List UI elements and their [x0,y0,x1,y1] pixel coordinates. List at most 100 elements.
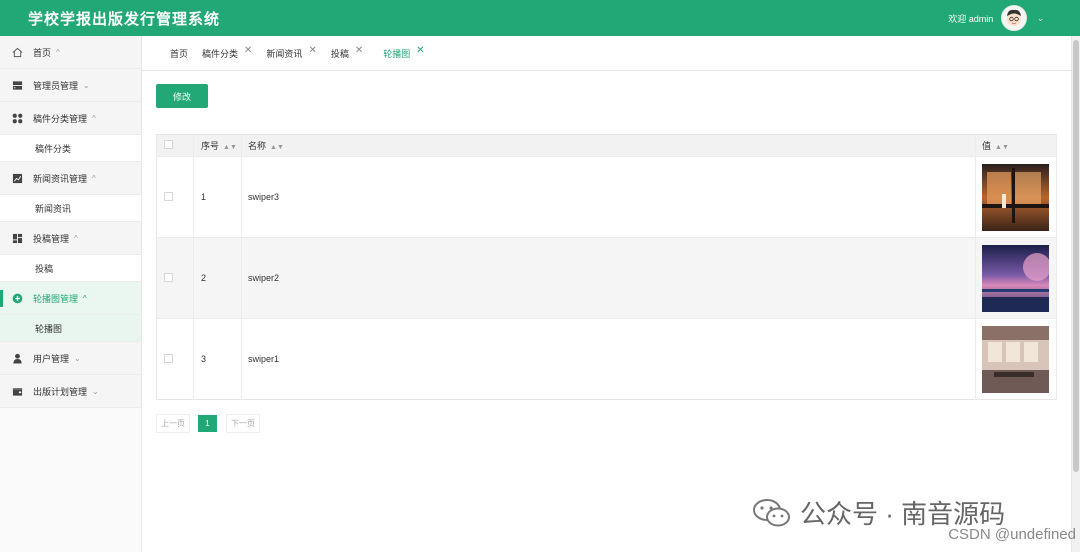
sort-icon[interactable]: ▲▼ [995,144,1009,151]
sidebar-item-label: 稿件分类管理 [33,113,88,124]
sidebar-item-user-mgmt[interactable]: 用户管理 ⌄ [0,342,141,375]
tab-carousel[interactable]: 轮播图 ✕ [383,45,424,60]
sidebar-item-news-mgmt[interactable]: 新闻资讯管理 ^ [0,162,141,195]
carousel-table: 序号 ▲▼ 名称 ▲▼ 值 ▲▼ 1 swiper3 2 swiper2 3 s… [156,134,1057,400]
sidebar-item-label: 首页 [33,47,52,58]
sidebar-item-label: 出版计划管理 [33,386,88,397]
close-icon[interactable]: ✕ [355,45,363,56]
welcome-text: 欢迎 admin [948,13,994,24]
sidebar-item-label: 投稿管理 [33,233,70,244]
row-checkbox-cell [156,237,194,319]
sidebar-item-admin[interactable]: 管理员管理 ⌄ [0,69,141,102]
tab-label: 投稿 [330,48,349,59]
main-content: 首页 稿件分类 ✕ 新闻资讯 ✕ 投稿 ✕ 轮播图 ✕ 修改 序号 ▲▼ 名称 ▲▼… [142,36,1071,552]
pagination: 上一页 1 下一页 [156,414,260,433]
select-all-cell [156,134,194,157]
sidebar-item-label: 用户管理 [33,353,70,364]
thumbnail-image[interactable] [982,163,1049,231]
sidebar-item-category-mgmt[interactable]: 稿件分类管理 ^ [0,102,141,135]
chevron-up-icon: ^ [92,113,96,123]
sidebar-item-label: 管理员管理 [33,80,79,91]
row-name: swiper3 [241,156,976,238]
chevron-up-icon: ^ [74,233,78,243]
sidebar-item-publish-plan-mgmt[interactable]: 出版计划管理 ⌄ [0,375,141,408]
user-icon [12,353,23,364]
chevron-up-icon: ^ [56,47,60,57]
tab-submission[interactable]: 投稿 ✕ [330,45,363,60]
submenu-item-submission[interactable]: 投稿 [0,255,141,282]
row-index: 3 [193,318,242,400]
prev-page-button[interactable]: 上一页 [156,414,190,433]
tab-label: 首页 [170,48,189,59]
table-header-row: 序号 ▲▼ 名称 ▲▼ 值 ▲▼ [156,134,1057,157]
sidebar-item-home[interactable]: 首页 ^ [0,36,141,69]
row-name: swiper2 [241,237,976,319]
row-checkbox[interactable] [164,272,173,282]
header-label: 名称 [248,141,267,151]
top-header: 学校学报出版发行管理系统 欢迎 admin ⌄ [0,0,1080,36]
thumbnail-image[interactable] [982,244,1049,312]
chevron-down-icon[interactable]: ⌄ [1037,14,1044,23]
plus-circle-icon [12,293,23,304]
submenu-item-category[interactable]: 稿件分类 [0,135,141,162]
server-icon [12,80,23,91]
tab-label: 新闻资讯 [266,48,303,59]
row-index: 1 [193,156,242,238]
table-row[interactable]: 2 swiper2 [156,237,1057,319]
header-value[interactable]: 值 ▲▼ [975,134,1057,157]
table-row[interactable]: 1 swiper3 [156,156,1057,238]
edit-button[interactable]: 修改 [156,84,208,108]
row-value-cell [975,237,1057,319]
sidebar-item-label: 轮播图管理 [33,293,79,304]
sort-icon[interactable]: ▲▼ [223,144,237,151]
wechat-icon [753,498,790,526]
row-checkbox[interactable] [164,353,173,363]
app-title: 学校学报出版发行管理系统 [28,10,221,28]
next-page-button[interactable]: 下一页 [226,414,260,433]
select-all-checkbox[interactable] [164,140,173,149]
thumbnail-image[interactable] [982,325,1049,393]
row-name: swiper1 [241,318,976,400]
row-checkbox-cell [156,156,194,238]
scrollbar-thumb[interactable] [1073,40,1079,472]
sidebar: 首页 ^ 管理员管理 ⌄ 稿件分类管理 ^ 稿件分类 新闻资讯管理 ^ 新闻资讯… [0,36,142,552]
grid-icon [12,113,23,124]
close-icon[interactable]: ✕ [416,45,424,56]
chevron-down-icon: ⌄ [74,353,81,363]
sort-icon[interactable]: ▲▼ [270,144,284,151]
avatar[interactable] [1001,5,1028,31]
sidebar-item-label: 新闻资讯管理 [33,173,88,184]
current-page-button[interactable]: 1 [198,415,217,432]
header-label: 序号 [201,141,220,151]
close-icon[interactable]: ✕ [244,45,252,56]
row-checkbox-cell [156,318,194,400]
row-checkbox[interactable] [164,191,173,201]
header-name[interactable]: 名称 ▲▼ [241,134,976,157]
tab-home[interactable]: 首页 [170,47,188,60]
header-label: 值 [982,141,992,151]
chevron-up-icon: ^ [83,293,87,303]
csdn-watermark: CSDN @undefined [948,526,1076,543]
tab-label: 稿件分类 [202,48,239,59]
row-index: 2 [193,237,242,319]
chevron-down-icon: ⌄ [83,80,90,90]
tab-label: 轮播图 [383,48,411,59]
user-menu[interactable]: 欢迎 admin ⌄ [948,0,1044,36]
chevron-down-icon: ⌄ [92,386,99,396]
submenu-item-carousel[interactable]: 轮播图 [0,315,141,342]
table-row[interactable]: 3 swiper1 [156,318,1057,400]
chart-icon [12,173,23,184]
header-index[interactable]: 序号 ▲▼ [193,134,242,157]
tab-news[interactable]: 新闻资讯 ✕ [266,45,316,60]
wallet-icon [12,386,23,397]
sidebar-item-carousel-mgmt[interactable]: 轮播图管理 ^ [0,282,141,315]
vertical-scrollbar[interactable] [1071,36,1080,552]
row-value-cell [975,156,1057,238]
row-value-cell [975,318,1057,400]
tab-category[interactable]: 稿件分类 ✕ [202,45,252,60]
dashboard-icon [12,233,23,244]
sidebar-item-submission-mgmt[interactable]: 投稿管理 ^ [0,222,141,255]
close-icon[interactable]: ✕ [308,45,316,56]
tab-bar: 首页 稿件分类 ✕ 新闻资讯 ✕ 投稿 ✕ 轮播图 ✕ [142,36,1071,71]
submenu-item-news[interactable]: 新闻资讯 [0,195,141,222]
